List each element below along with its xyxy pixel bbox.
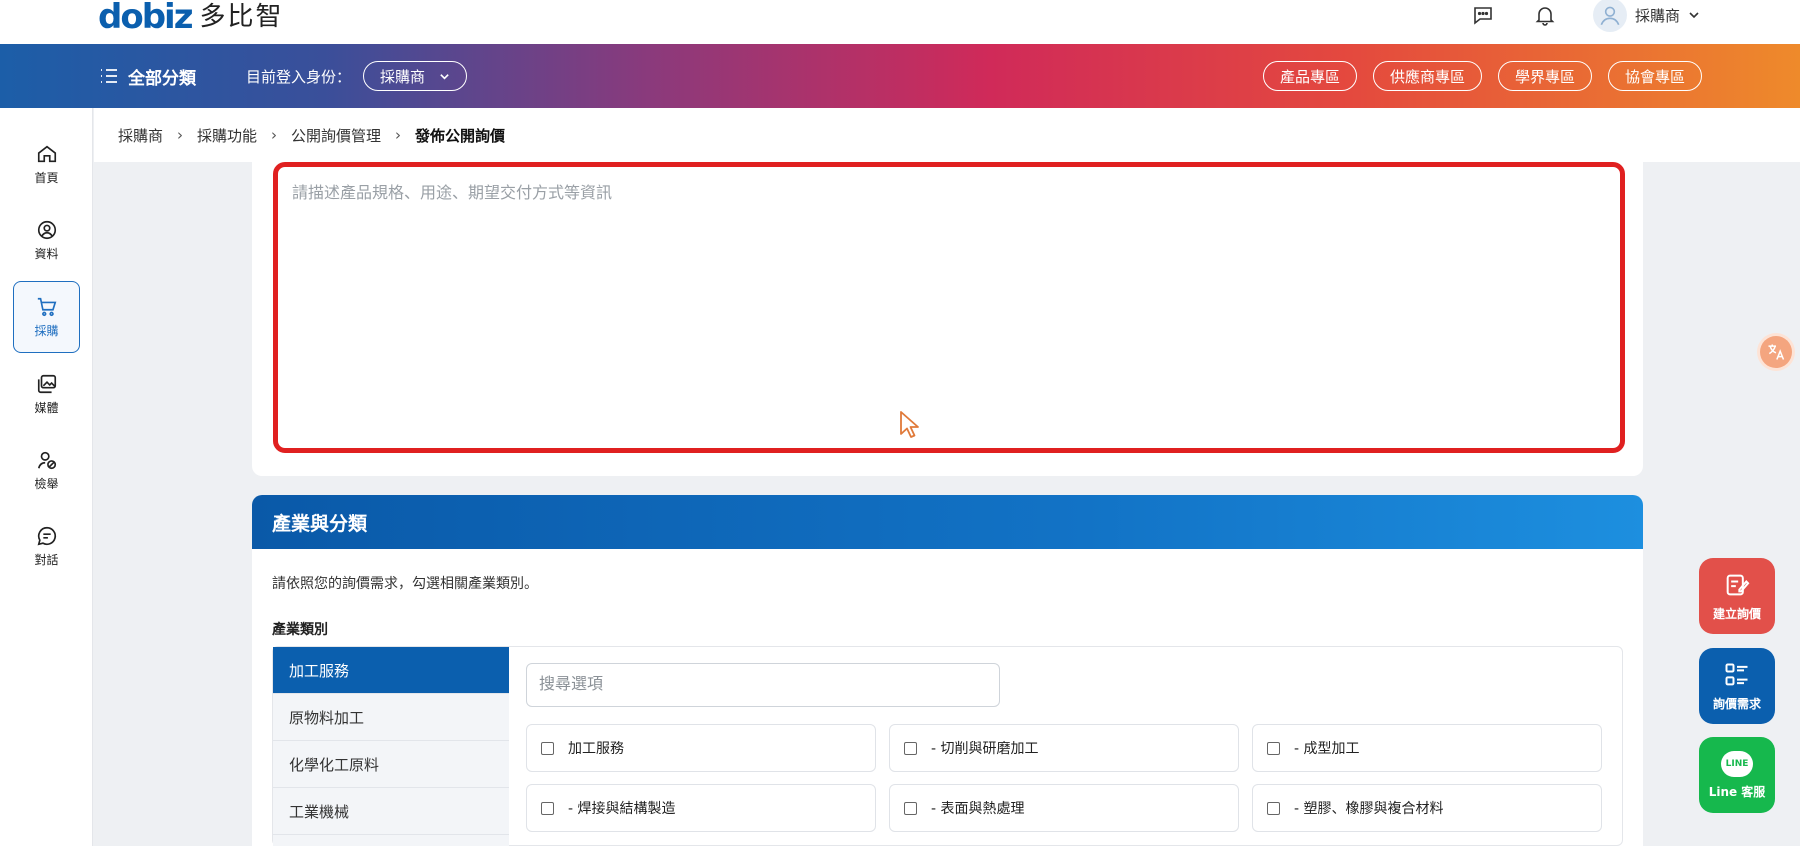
line-service-label: Line 客服 [1708,784,1766,799]
industry-title: 產業與分類 [252,495,1643,549]
cart-icon [37,297,56,316]
bell-icon[interactable] [1531,1,1559,29]
industry-card: 產業與分類 請依照您的詢價需求，勾選相關產業類別。 產業類別 加工服務 原物料加… [252,495,1643,846]
sidebar-item-label: 對話 [34,552,59,567]
checkbox[interactable] [541,741,554,755]
sidebar-item-purchase[interactable]: 採購 [13,281,80,353]
sidebar-item-home[interactable]: 首頁 [13,128,80,200]
option-checkbox[interactable]: - 成型加工 [1252,724,1602,772]
list-icon [101,69,117,83]
mouse-cursor-icon [900,411,919,438]
checkbox[interactable] [904,741,917,755]
sidebar-item-label: 採購 [34,323,59,338]
option-label: - 成型加工 [1294,741,1360,757]
line-service-button[interactable]: LINE Line 客服 [1699,737,1775,813]
option-label: - 切削與研磨加工 [931,741,1039,757]
category-search-input[interactable] [526,663,1000,707]
option-label: - 塑膠、橡膠與複合材料 [1294,801,1444,817]
identity-value: 採購商 [380,67,426,86]
line-badge-text: LINE [1725,758,1749,769]
logo-mark: dobiz [98,0,193,37]
left-sidebar: 首頁 資料 採購 媒體 檢舉 對話 [0,108,93,846]
identity-select[interactable]: 採購商 [363,61,468,91]
chat-icon [37,526,56,545]
zone-products[interactable]: 產品專區 [1262,61,1357,91]
checkbox[interactable] [541,801,554,815]
chevron-down-icon [440,73,449,80]
logo-name: 多比智 [199,2,284,32]
media-icon [37,374,56,393]
option-label: - 表面與熱處理 [931,801,1025,817]
checkbox[interactable] [1267,801,1280,815]
zone-academia[interactable]: 學界專區 [1497,61,1592,91]
chevron-down-icon [1689,12,1699,19]
sidebar-item-label: 首頁 [34,170,59,185]
sidebar-item-chat[interactable]: 對話 [13,510,80,582]
option-checkbox[interactable]: - 表面與熱處理 [889,784,1239,832]
option-checkbox[interactable]: 加工服務 [526,724,876,772]
description-textarea[interactable] [273,162,1625,453]
category-item[interactable]: 工業機械 [273,788,509,835]
all-categories-label: 全部分類 [128,68,196,89]
option-checkbox[interactable]: - 焊接與結構製造 [526,784,876,832]
user-circle-icon [37,220,56,239]
all-categories-button[interactable]: 全部分類 [100,44,196,108]
edit-note-icon [1726,574,1750,595]
home-icon [37,145,56,162]
breadcrumb-current: 發佈公開詢價 [415,126,506,145]
industry-instruction: 請依照您的詢價需求，勾選相關產業類別。 [272,576,538,592]
create-inquiry-label: 建立詢價 [1712,606,1761,621]
breadcrumb-separator: › [271,126,278,144]
breadcrumb-separator: › [177,126,184,144]
list-grid-icon [1725,663,1748,685]
create-inquiry-button[interactable]: 建立詢價 [1699,558,1775,634]
zone-suppliers[interactable]: 供應商專區 [1372,61,1482,91]
sidebar-item-label: 媒體 [34,400,59,415]
sidebar-item-profile[interactable]: 資料 [13,204,80,276]
checkbox[interactable] [1267,741,1280,755]
main-navbar: 全部分類 目前登入身份： 採購商 產品專區 供應商專區 學界專區 協會專區 [0,44,1800,108]
industry-label: 產業類別 [272,622,328,638]
inquiry-needs-button[interactable]: 詢價需求 [1699,648,1775,724]
category-item[interactable]: 原物料加工 [273,694,509,741]
zone-associations[interactable]: 協會專區 [1607,61,1702,91]
option-label: 加工服務 [568,741,624,757]
category-item[interactable]: 化學化工原料 [273,741,509,788]
category-item[interactable]: 加工服務 [273,647,509,694]
breadcrumb-item[interactable]: 採購商 [118,125,163,146]
breadcrumb: 採購商 › 採購功能 › 公開詢價管理 › 發佈公開詢價 [94,108,1800,162]
option-checkbox[interactable]: - 塑膠、橡膠與複合材料 [1252,784,1602,832]
breadcrumb-separator: › [395,126,402,144]
user-name: 採購商 [1634,6,1680,25]
identity-switcher: 目前登入身份： 採購商 [246,44,468,108]
checkbox[interactable] [904,801,917,815]
sidebar-item-report[interactable]: 檢舉 [13,434,80,506]
zone-links: 產品專區 供應商專區 學界專區 協會專區 [1262,44,1702,108]
identity-label: 目前登入身份： [246,67,352,86]
category-list: 加工服務 原物料加工 化學化工原料 工業機械 [273,647,509,846]
description-card [252,162,1643,476]
sidebar-item-media[interactable]: 媒體 [13,358,80,430]
line-chat-icon: LINE [1721,750,1753,777]
option-label: - 焊接與結構製造 [568,801,676,817]
translate-icon[interactable] [1760,336,1792,368]
option-checkbox[interactable]: - 切削與研磨加工 [889,724,1239,772]
avatar [1592,0,1627,32]
top-header: dobiz 多比智 採購商 [0,0,1800,44]
sidebar-item-label: 檢舉 [34,476,59,491]
user-menu[interactable]: 採購商 [1592,0,1700,32]
messages-icon[interactable] [1469,1,1497,29]
report-user-icon [37,451,56,469]
category-panel: 加工服務 原物料加工 化學化工原料 工業機械 加工服務 - 切削與研磨加工 - … [272,646,1623,846]
brand-logo[interactable]: dobiz 多比智 [98,0,284,34]
breadcrumb-item[interactable]: 公開詢價管理 [291,125,381,146]
sidebar-item-label: 資料 [34,246,59,261]
breadcrumb-item[interactable]: 採購功能 [197,125,257,146]
inquiry-needs-label: 詢價需求 [1712,696,1761,711]
